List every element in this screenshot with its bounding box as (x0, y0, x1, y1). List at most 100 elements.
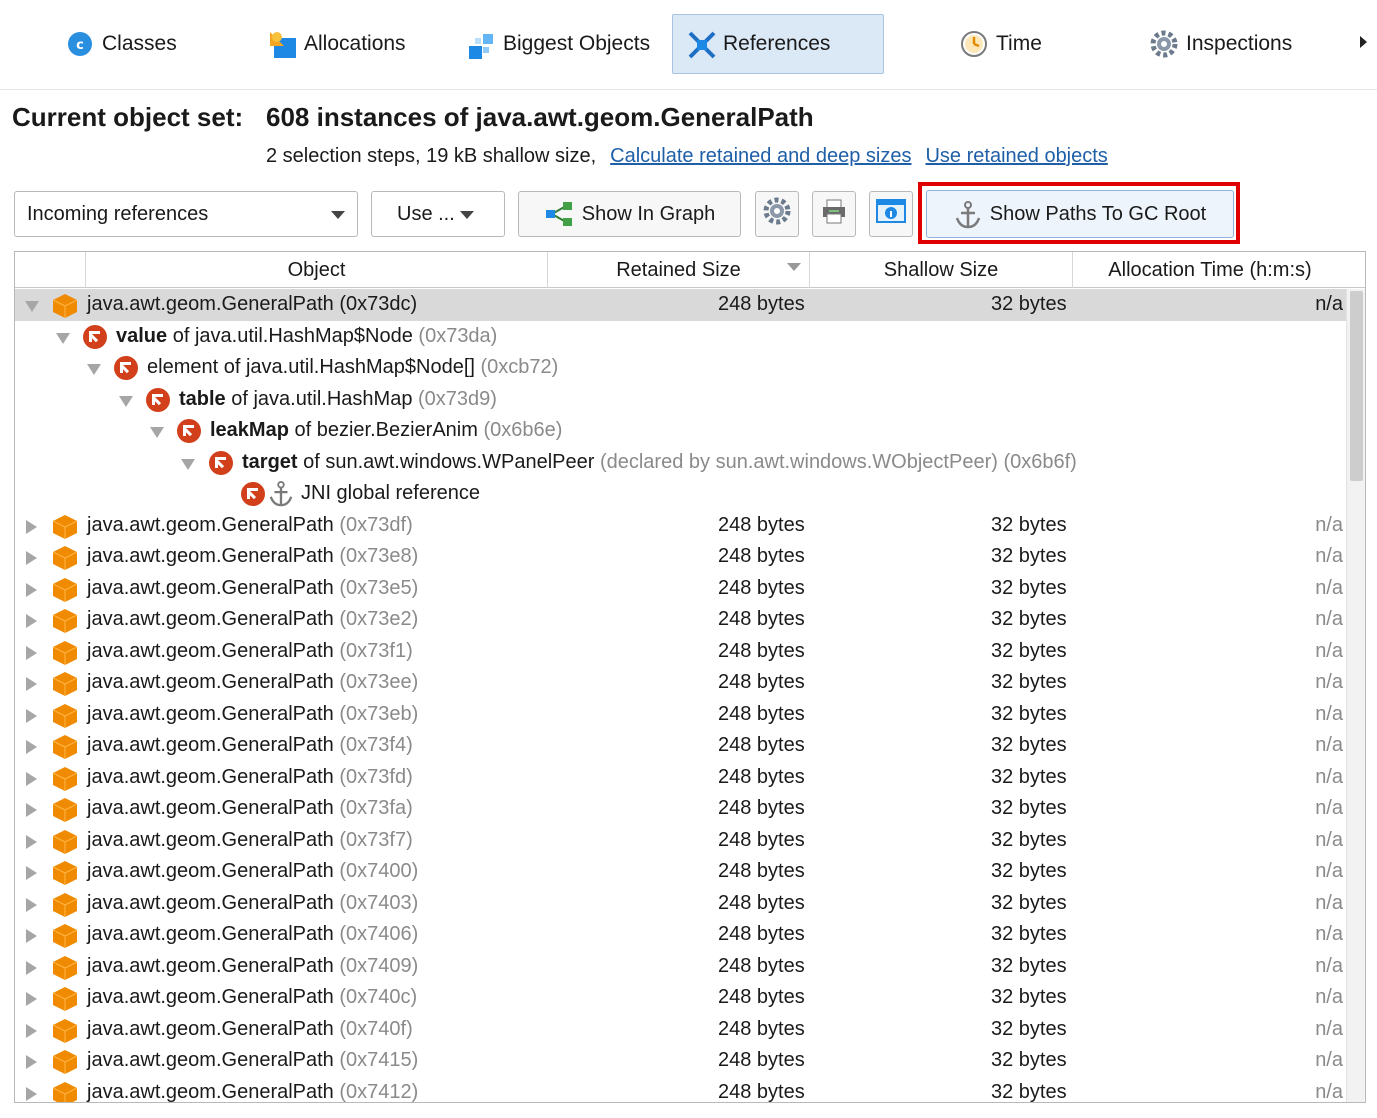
collapse-toggle-icon[interactable] (150, 427, 164, 438)
object-instance-icon (52, 640, 78, 665)
allocation-time-cell: n/a (1315, 860, 1343, 882)
expand-toggle-icon[interactable] (26, 708, 37, 723)
retained-size-cell: 248 bytes (718, 293, 805, 315)
vertical-scrollbar[interactable] (1346, 289, 1365, 1102)
show-paths-to-gc-root-button[interactable]: Show Paths To GC Root (926, 190, 1234, 238)
info-button[interactable] (869, 191, 913, 237)
expand-toggle-icon[interactable] (26, 1023, 37, 1038)
object-name: java.awt.geom.GeneralPath (0x73e5) (87, 576, 419, 599)
collapse-toggle-icon[interactable] (56, 332, 70, 344)
retained-size-cell: 248 bytes (718, 765, 805, 788)
expand-toggle-icon[interactable] (26, 645, 37, 660)
reference-row[interactable]: table of java.util.HashMap (0x73d9) (15, 384, 1347, 416)
table-row[interactable]: java.awt.geom.GeneralPath (0x73f1) 248 by… (15, 636, 1347, 668)
shallow-size-cell: 32 bytes (991, 608, 1067, 630)
gc-root-row[interactable]: JNI global reference (15, 478, 1347, 510)
table-row[interactable]: java.awt.geom.GeneralPath (0x7415) 248 by… (15, 1045, 1347, 1077)
retained-size-cell: 248 bytes (718, 1080, 805, 1103)
expand-toggle-icon[interactable] (26, 834, 37, 849)
table-row[interactable]: java.awt.geom.GeneralPath (0x740c) 248 by… (15, 982, 1347, 1014)
use-button[interactable]: Use ... (371, 191, 505, 237)
expand-toggle-icon[interactable] (26, 929, 37, 943)
collapse-toggle-icon[interactable] (181, 458, 195, 470)
show-in-graph-button[interactable]: Show In Graph (518, 191, 741, 237)
tab-classes[interactable]: c Classes (66, 14, 177, 74)
allocation-time-cell: n/a (1315, 734, 1343, 756)
tab-time[interactable]: Time (960, 14, 1042, 74)
object-instance-icon (52, 671, 78, 696)
table-row[interactable]: java.awt.geom.GeneralPath (0x73f7) 248 by… (15, 825, 1347, 857)
retained-size-cell: 248 bytes (718, 545, 805, 567)
table-row[interactable]: java.awt.geom.GeneralPath (0x73e2) 248 by… (15, 604, 1347, 636)
tab-biggest-objects[interactable]: Biggest Objects (467, 14, 650, 74)
expand-toggle-icon[interactable] (26, 866, 37, 880)
reference-row[interactable]: value of java.util.HashMap$Node (0x73da) (15, 321, 1347, 353)
expand-toggle-icon[interactable] (26, 740, 37, 754)
current-object-set: Current object set: 608 instances of java… (12, 102, 814, 133)
expand-toggle-icon[interactable] (26, 771, 37, 786)
use-retained-objects-link[interactable]: Use retained objects (925, 145, 1107, 167)
expand-toggle-icon[interactable] (26, 803, 37, 817)
table-row[interactable]: java.awt.geom.GeneralPath (0x7409) 248 by… (15, 951, 1347, 983)
table-row[interactable]: java.awt.geom.GeneralPath (0x73fa) 248 by… (15, 793, 1347, 825)
calculate-retained-sizes-link[interactable]: Calculate retained and deep sizes (610, 145, 911, 167)
table-row[interactable]: java.awt.geom.GeneralPath (0x73dc) 248 b… (15, 289, 1347, 321)
object-name: java.awt.geom.GeneralPath (0x7400) (87, 860, 419, 882)
object-instance-icon (52, 1049, 78, 1074)
expand-toggle-icon[interactable] (26, 1086, 37, 1101)
scrollbar-thumb[interactable] (1350, 291, 1363, 481)
reference-row[interactable]: target of sun.awt.windows.WPanelPeer (de… (15, 447, 1347, 479)
table-row[interactable]: java.awt.geom.GeneralPath (0x73ee) 248 by… (15, 667, 1347, 699)
collapse-toggle-icon[interactable] (87, 364, 101, 375)
incoming-reference-icon (177, 419, 201, 443)
reference-row[interactable]: element of java.util.HashMap$Node[] (0xc… (15, 352, 1347, 384)
reference-row[interactable]: leakMap of bezier.BezierAnim (0x6b6e) (15, 415, 1347, 447)
reference-view-select[interactable]: Incoming references (14, 191, 358, 237)
table-row[interactable]: java.awt.geom.GeneralPath (0x73fd) 248 by… (15, 762, 1347, 794)
expand-toggle-icon[interactable] (26, 960, 37, 975)
expand-toggle-icon[interactable] (26, 1055, 37, 1069)
tab-allocations[interactable]: Allocations (268, 14, 406, 74)
tab-references[interactable]: References (672, 14, 884, 74)
printer-icon (820, 197, 848, 231)
tab-biggest-objects-label: Biggest Objects (503, 32, 651, 55)
reference-text: value of java.util.HashMap$Node (0x73da) (116, 324, 498, 347)
expand-toggle-icon[interactable] (26, 519, 37, 534)
table-row[interactable]: java.awt.geom.GeneralPath (0x73e8) 248 by… (15, 541, 1347, 573)
collapse-toggle-icon[interactable] (119, 395, 133, 407)
shallow-size-cell: 32 bytes (991, 1080, 1067, 1103)
table-row[interactable]: java.awt.geom.GeneralPath (0x73df) 248 by… (15, 510, 1347, 542)
retained-size-cell: 248 bytes (718, 923, 805, 945)
table-row[interactable]: java.awt.geom.GeneralPath (0x73f4) 248 by… (15, 730, 1347, 762)
allocation-time-cell: n/a (1315, 545, 1343, 567)
table-row[interactable]: java.awt.geom.GeneralPath (0x73eb) 248 by… (15, 699, 1347, 731)
column-header-allocation-time[interactable]: Allocation Time (h:m:s) (1072, 252, 1347, 288)
expand-toggle-icon[interactable] (26, 992, 37, 1006)
allocation-time-cell: n/a (1315, 1080, 1343, 1103)
retained-size-cell: 248 bytes (718, 608, 805, 630)
gear-icon (1150, 30, 1178, 58)
time-icon (960, 30, 988, 58)
table-row[interactable]: java.awt.geom.GeneralPath (0x73e5) 248 by… (15, 573, 1347, 605)
expand-toggle-icon[interactable] (26, 897, 37, 912)
table-row[interactable]: java.awt.geom.GeneralPath (0x7412) 248 by… (15, 1077, 1347, 1103)
expand-toggle-icon[interactable] (26, 614, 37, 628)
collapse-toggle-icon[interactable] (25, 301, 39, 312)
table-row[interactable]: java.awt.geom.GeneralPath (0x740f) 248 by… (15, 1014, 1347, 1046)
table-row[interactable]: java.awt.geom.GeneralPath (0x7403) 248 by… (15, 888, 1347, 920)
object-name: java.awt.geom.GeneralPath (0x73df) (87, 513, 413, 536)
allocation-time-cell: n/a (1315, 797, 1343, 819)
expand-toggle-icon[interactable] (26, 582, 37, 597)
column-header-shallow-size[interactable]: Shallow Size (809, 252, 1072, 288)
tab-scroll-right-icon[interactable] (1360, 36, 1367, 48)
expand-toggle-icon[interactable] (26, 551, 37, 565)
object-instance-icon (52, 829, 78, 854)
print-button[interactable] (812, 191, 856, 237)
column-header-retained-size[interactable]: Retained Size (547, 252, 809, 288)
table-row[interactable]: java.awt.geom.GeneralPath (0x7406) 248 by… (15, 919, 1347, 951)
table-row[interactable]: java.awt.geom.GeneralPath (0x7400) 248 by… (15, 856, 1347, 888)
settings-button[interactable] (755, 191, 799, 237)
expand-toggle-icon[interactable] (26, 677, 37, 691)
column-header-object[interactable]: Object (85, 252, 547, 288)
tab-inspections[interactable]: Inspections (1150, 14, 1292, 74)
